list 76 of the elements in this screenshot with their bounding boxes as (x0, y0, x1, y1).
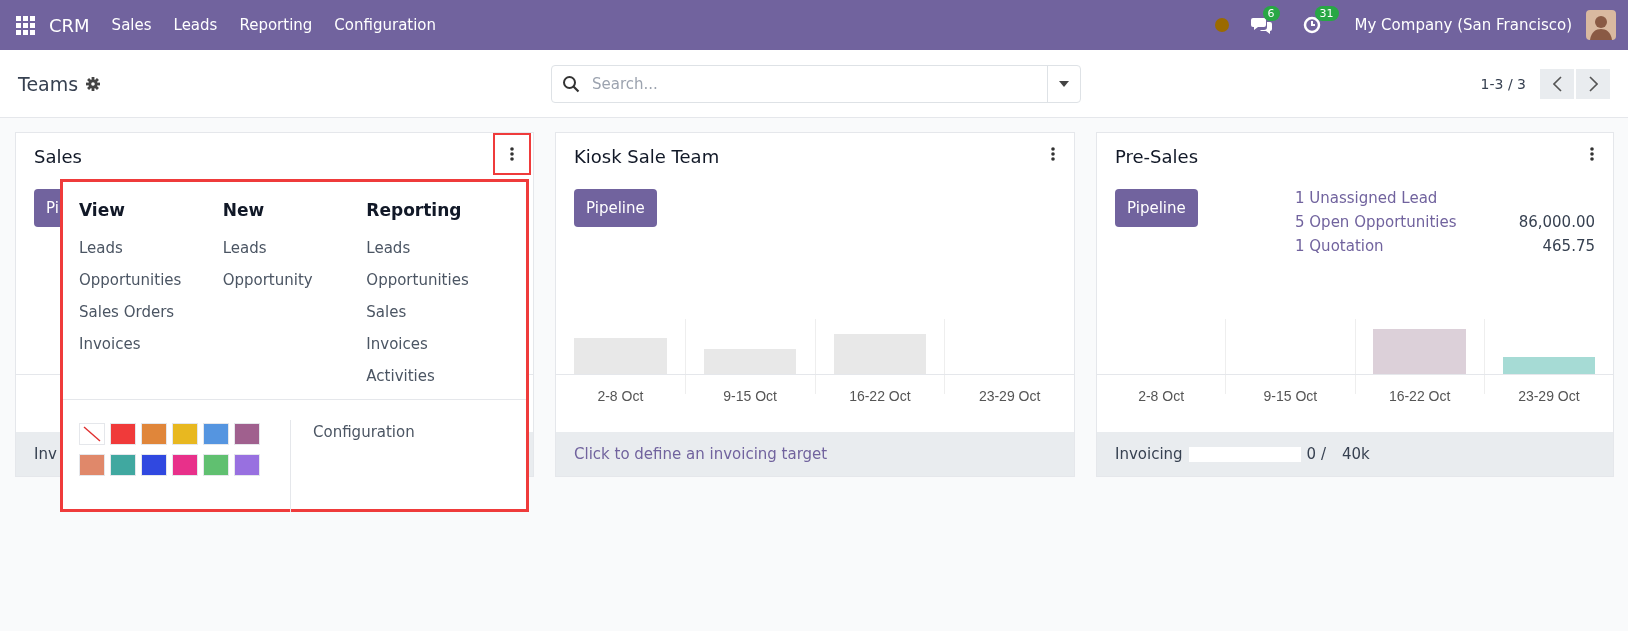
footer-label: Inv (34, 445, 57, 463)
menu-item[interactable]: Leads (366, 239, 510, 271)
axis-label: 9-15 Oct (723, 388, 777, 404)
kebab-icon[interactable] (1590, 147, 1594, 161)
menu-item[interactable]: Leads (173, 16, 218, 34)
app-name[interactable]: CRM (49, 14, 90, 36)
color-swatch[interactable] (141, 423, 167, 445)
menu-item[interactable]: Sales (366, 303, 510, 335)
card-title: Sales (34, 145, 82, 167)
clock-icon[interactable] (1302, 16, 1321, 34)
caret-icon[interactable] (1059, 80, 1069, 87)
menu-heading: Reporting (366, 200, 463, 222)
menu-item[interactable]: Invoices (366, 335, 510, 367)
chevron-right-icon[interactable] (1588, 75, 1598, 92)
color-swatch[interactable] (234, 423, 260, 445)
axis-label: 2-8 Oct (1138, 388, 1185, 404)
menu-item[interactable]: Opportunities (79, 271, 223, 303)
axis-label: 23-29 Oct (1518, 388, 1580, 404)
menu-item[interactable]: Opportunity (222, 271, 367, 303)
menu-item[interactable]: Opportunities (366, 271, 510, 303)
menu-item[interactable]: Invoices (79, 335, 223, 367)
gear-icon[interactable] (86, 76, 101, 91)
color-swatch[interactable] (203, 423, 229, 445)
status-dot[interactable] (1214, 18, 1229, 32)
stat-value: 465.75 (1542, 237, 1595, 257)
color-swatch[interactable] (172, 423, 198, 445)
menu-item[interactable]: Reporting (239, 16, 313, 34)
next-button[interactable] (1576, 68, 1610, 99)
axis-label: 16-22 Oct (1388, 388, 1451, 404)
stat-value: 86,000.00 (1518, 213, 1595, 233)
invoicing-target[interactable]: 40k (1342, 445, 1370, 463)
menu-item[interactable]: Sales Orders (79, 303, 223, 335)
kebab-icon[interactable] (1051, 147, 1055, 161)
menu-item[interactable]: Leads (222, 239, 367, 271)
stat-link[interactable]: 1 Quotation (1295, 237, 1384, 261)
color-swatch[interactable] (141, 454, 167, 476)
axis-label: 2-8 Oct (597, 388, 644, 404)
card-title: Pre-Sales (1115, 145, 1199, 167)
count-badge: 6 (1262, 6, 1280, 21)
menu-heading: New (222, 200, 266, 222)
menu-item[interactable]: Activities (366, 367, 510, 399)
pipeline-button[interactable]: Pipeline (1115, 189, 1198, 227)
company-name[interactable]: My Company (San Francisco) (1354, 16, 1572, 34)
color-swatch[interactable] (110, 454, 136, 476)
color-swatch[interactable] (172, 454, 198, 476)
stat-link[interactable]: 1 Unassigned Lead (1295, 189, 1438, 213)
avatar-icon[interactable] (1586, 10, 1616, 40)
color-swatch[interactable] (203, 454, 229, 476)
pager-value[interactable]: 1-3 / 3 (1480, 75, 1526, 92)
invoicing-label: Invoicing (1115, 445, 1183, 463)
menu-item[interactable]: Sales (111, 16, 152, 34)
kebab-icon[interactable] (510, 147, 514, 161)
menu-item[interactable]: Leads (79, 239, 223, 271)
menu-heading: View (79, 200, 126, 222)
more-options-button[interactable] (493, 133, 531, 175)
page-title: Teams (18, 72, 79, 95)
previous-button[interactable] (1540, 68, 1574, 99)
card-title: Kiosk Sale Team (574, 145, 720, 167)
color-swatch[interactable] (79, 454, 105, 476)
chat-icon[interactable] (1250, 16, 1273, 34)
pipeline-button[interactable]: Pipeline (574, 189, 657, 227)
configuration-link[interactable]: Configuration (313, 423, 415, 441)
search-input[interactable]: Search... (590, 73, 1047, 94)
color-swatch[interactable] (234, 454, 260, 476)
axis-label: 23-29 Oct (978, 388, 1041, 404)
search-field[interactable]: Search... (551, 64, 1081, 103)
menu-item[interactable]: Configuration (334, 16, 437, 34)
apps-grid-icon[interactable] (16, 15, 35, 35)
progress-reading: 0 / (1306, 445, 1326, 463)
color-swatch[interactable] (110, 423, 136, 445)
search-icon[interactable] (562, 74, 580, 93)
stat-link[interactable]: 5 Open Opportunities (1295, 213, 1457, 237)
axis-label: 16-22 Oct (849, 388, 911, 404)
count-badge: 31 (1314, 6, 1339, 21)
chevron-left-icon[interactable] (1552, 75, 1562, 92)
axis-label: 9-15 Oct (1263, 388, 1318, 404)
